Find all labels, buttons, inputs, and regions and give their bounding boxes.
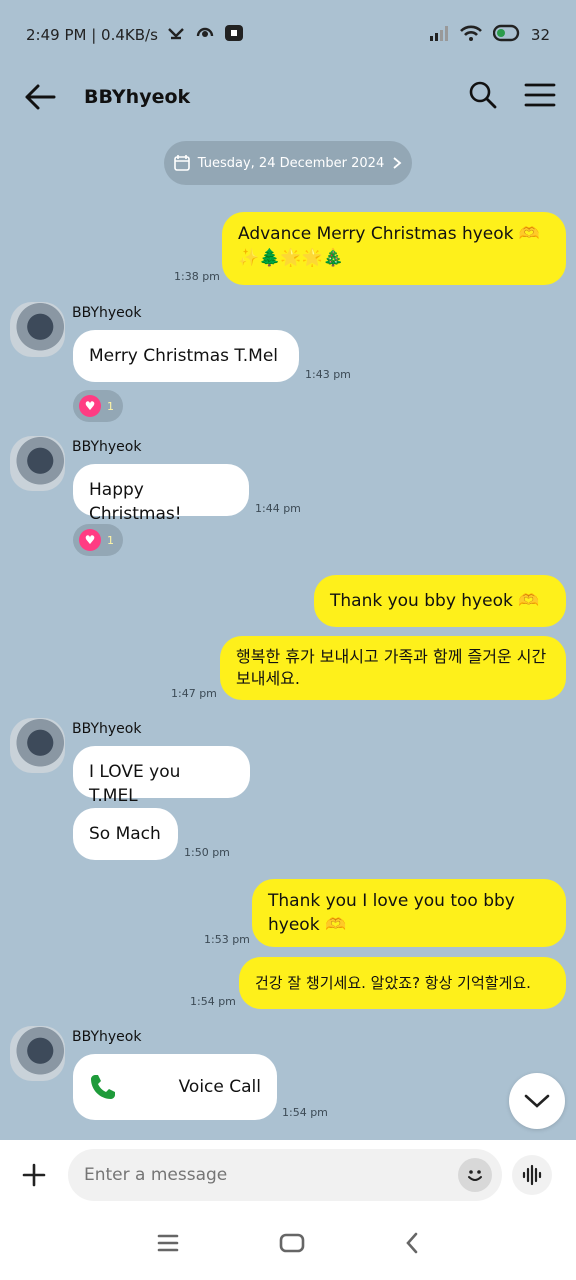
- voice-call-label: Voice Call: [178, 1077, 261, 1097]
- scroll-to-bottom-button[interactable]: [509, 1073, 565, 1129]
- message-bubble-received[interactable]: Merry Christmas T.Mel: [73, 330, 299, 382]
- reaction-badge[interactable]: ♥ 1: [73, 524, 123, 556]
- emoji-button[interactable]: [458, 1158, 492, 1192]
- sender-name: BBYhyeok: [72, 439, 142, 455]
- chevron-down-icon: [524, 1094, 550, 1108]
- phone-icon: [91, 1075, 115, 1099]
- message-input[interactable]: [84, 1165, 458, 1185]
- audio-waveform-icon: [522, 1164, 542, 1186]
- message-bubble-received[interactable]: So Mach: [73, 808, 178, 860]
- recent-apps-icon: [157, 1234, 179, 1252]
- message-input-container: [68, 1149, 502, 1201]
- message-bubble-received[interactable]: Happy Christmas!: [73, 464, 249, 524]
- avatar[interactable]: [10, 718, 65, 773]
- message-bubble-sent[interactable]: Thank you bby hyeok 🫶: [314, 575, 566, 627]
- heart-icon: ♥: [79, 395, 101, 417]
- system-nav-bar: [0, 1210, 576, 1280]
- message-bubble-sent[interactable]: 행복한 휴가 보내시고 가족과 함께 즐거운 시간 보내세요.: [220, 636, 566, 700]
- message-time: 1:38 pm: [174, 270, 220, 283]
- attach-button[interactable]: [14, 1155, 54, 1195]
- message-bubble-sent[interactable]: Advance Merry Christmas hyeok 🫶 ✨🌲🌟🌟🎄: [222, 212, 566, 285]
- message-bubble-received[interactable]: I LOVE you T.MEL: [73, 746, 250, 806]
- reaction-count: 1: [107, 399, 114, 413]
- smiley-icon: [468, 1170, 482, 1181]
- message-time: 1:54 pm: [190, 995, 236, 1008]
- avatar[interactable]: [10, 436, 65, 491]
- message-time: 1:53 pm: [204, 933, 250, 946]
- message-time: 1:43 pm: [305, 368, 351, 381]
- sender-name: BBYhyeok: [72, 721, 142, 737]
- message-time: 1:54 pm: [282, 1106, 328, 1119]
- message-time: 1:44 pm: [255, 502, 301, 515]
- voice-input-button[interactable]: [512, 1155, 552, 1195]
- message-time: 1:47 pm: [171, 687, 217, 700]
- recent-apps-button[interactable]: [157, 1234, 179, 1256]
- chevron-left-icon: [406, 1232, 418, 1254]
- message-list[interactable]: Advance Merry Christmas hyeok 🫶 ✨🌲🌟🌟🎄 1:…: [0, 0, 576, 1140]
- reaction-count: 1: [107, 533, 114, 547]
- sender-name: BBYhyeok: [72, 1029, 142, 1045]
- sender-name: BBYhyeok: [72, 305, 142, 321]
- avatar[interactable]: [10, 1026, 65, 1081]
- message-bubble-sent[interactable]: Thank you I love you too bby hyeok 🫶: [252, 879, 566, 947]
- voice-call-bubble[interactable]: Voice Call: [73, 1054, 277, 1120]
- back-nav-button[interactable]: [405, 1232, 419, 1258]
- heart-icon: ♥: [79, 529, 101, 551]
- plus-icon: [22, 1163, 46, 1187]
- message-time: 1:50 pm: [184, 846, 230, 859]
- message-bubble-sent[interactable]: 건강 잘 챙기세요. 알았죠? 항상 기억할게요.: [239, 957, 566, 1009]
- reaction-badge[interactable]: ♥ 1: [73, 390, 123, 422]
- avatar[interactable]: [10, 302, 65, 357]
- home-icon: [279, 1233, 305, 1253]
- input-bar: [0, 1140, 576, 1210]
- home-button[interactable]: [279, 1233, 305, 1257]
